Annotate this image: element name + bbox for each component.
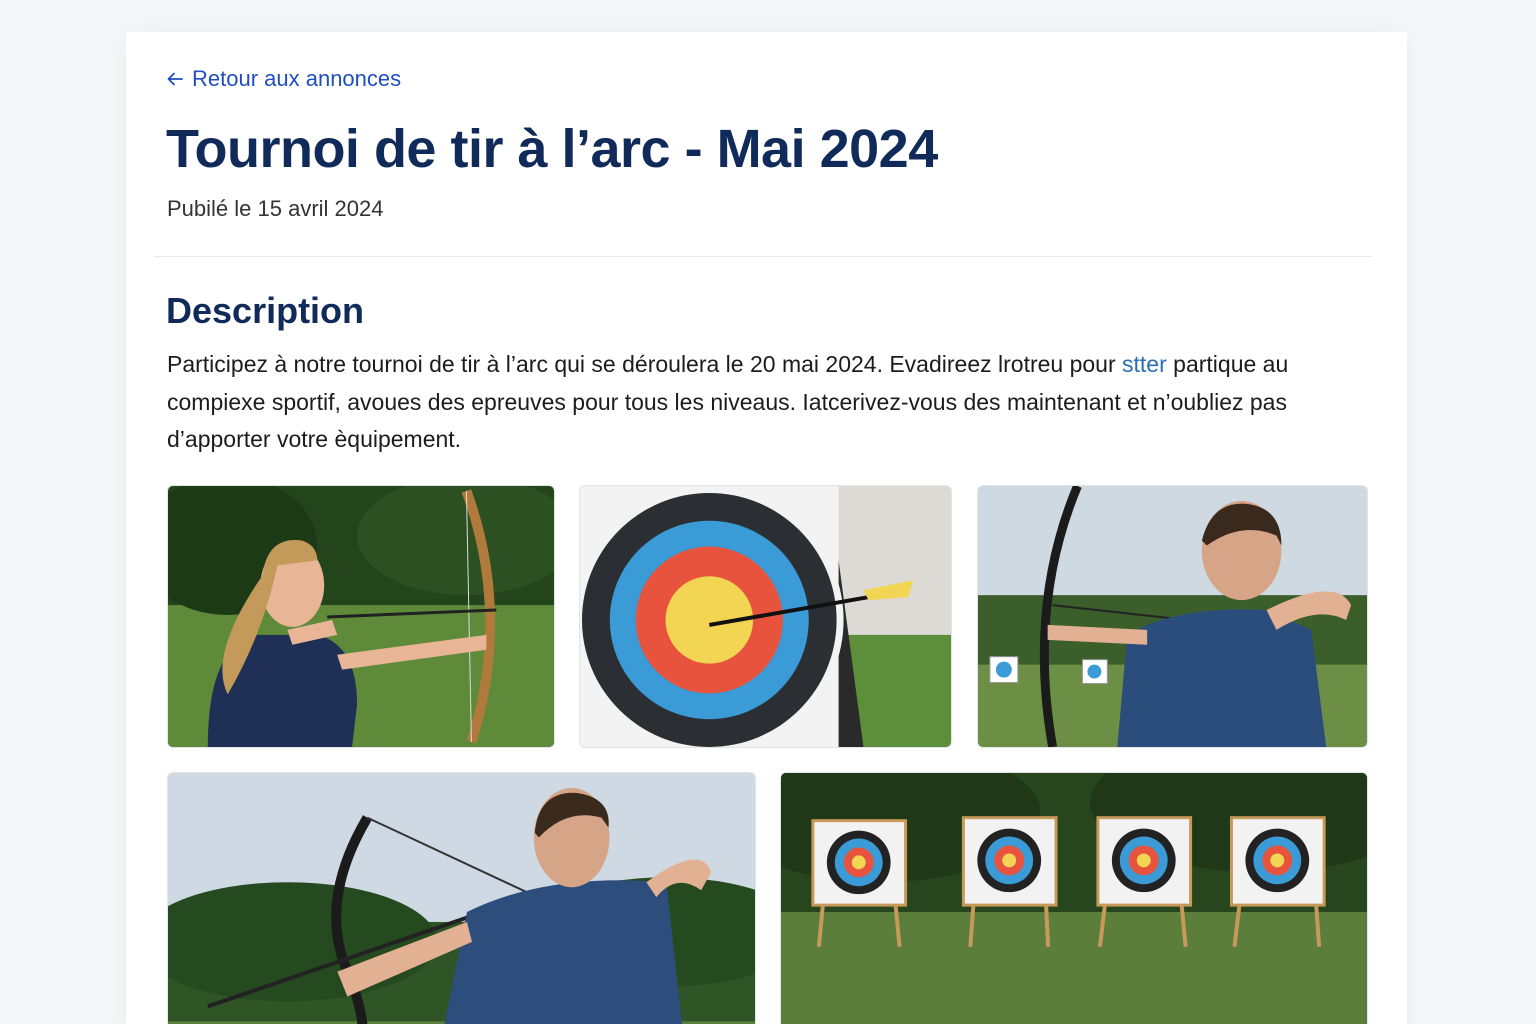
back-to-listings-link[interactable]: Retour aux annonces <box>166 66 401 92</box>
gallery-photo-archer-woman[interactable] <box>167 485 555 748</box>
description-text-part: Participez à notre tournoi de tir à l’ar… <box>167 351 1123 377</box>
description-heading: Description <box>166 290 365 331</box>
arrow-left-icon <box>167 72 183 86</box>
gallery-photo-compound-bow[interactable] <box>167 772 756 1024</box>
gallery-photo-archer-man-field[interactable] <box>977 485 1368 748</box>
description-text: Participez à notre tournoi de tir à l’ar… <box>167 346 1367 459</box>
published-date: Pubilé le 15 avril 2024 <box>167 196 384 221</box>
gallery-photo-target-closeup[interactable] <box>579 485 952 748</box>
back-link-label: Retour aux annonces <box>192 66 402 91</box>
divider <box>154 256 1372 257</box>
page-title: Tournoi de tir à l’arc - Mai 2024 <box>166 119 938 179</box>
announcement-card: Retour aux annonces Tournoi de tir à l’a… <box>126 32 1407 1024</box>
gallery-photo-targets-field[interactable] <box>780 772 1368 1024</box>
description-inline-link[interactable]: stter <box>1122 351 1167 377</box>
